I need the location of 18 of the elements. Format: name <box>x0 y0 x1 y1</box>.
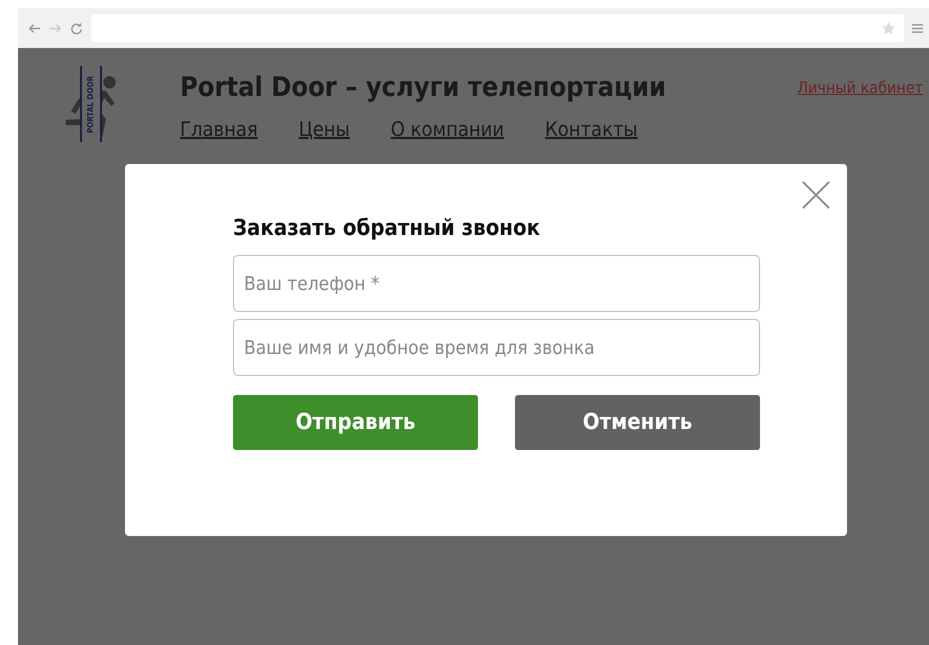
star-icon[interactable] <box>881 20 896 36</box>
account-link[interactable]: Личный кабинет <box>797 78 923 97</box>
back-icon[interactable] <box>28 22 41 34</box>
input-field[interactable]: Ваш телефон * <box>233 255 760 312</box>
logo-text: PORTAL DOOR <box>80 66 102 142</box>
forward-icon[interactable] <box>49 22 62 34</box>
nav-link[interactable]: Цены <box>298 117 350 141</box>
nav-link[interactable]: Главная <box>180 117 258 141</box>
nav-link[interactable]: О компании <box>390 117 504 141</box>
input-field[interactable]: Ваше имя и удобное время для звонка <box>233 319 760 376</box>
dialog-title: Заказать обратный звонок <box>233 216 542 241</box>
submit-button[interactable]: Отправить <box>233 395 478 450</box>
menu-icon[interactable] <box>912 22 923 34</box>
cancel-button[interactable]: Отменить <box>515 395 760 450</box>
site-title: Portal Door – услуги телепортации <box>180 72 668 103</box>
reload-icon[interactable] <box>70 22 83 34</box>
nav-link[interactable]: Контакты <box>545 117 638 141</box>
close-icon[interactable] <box>801 180 831 210</box>
